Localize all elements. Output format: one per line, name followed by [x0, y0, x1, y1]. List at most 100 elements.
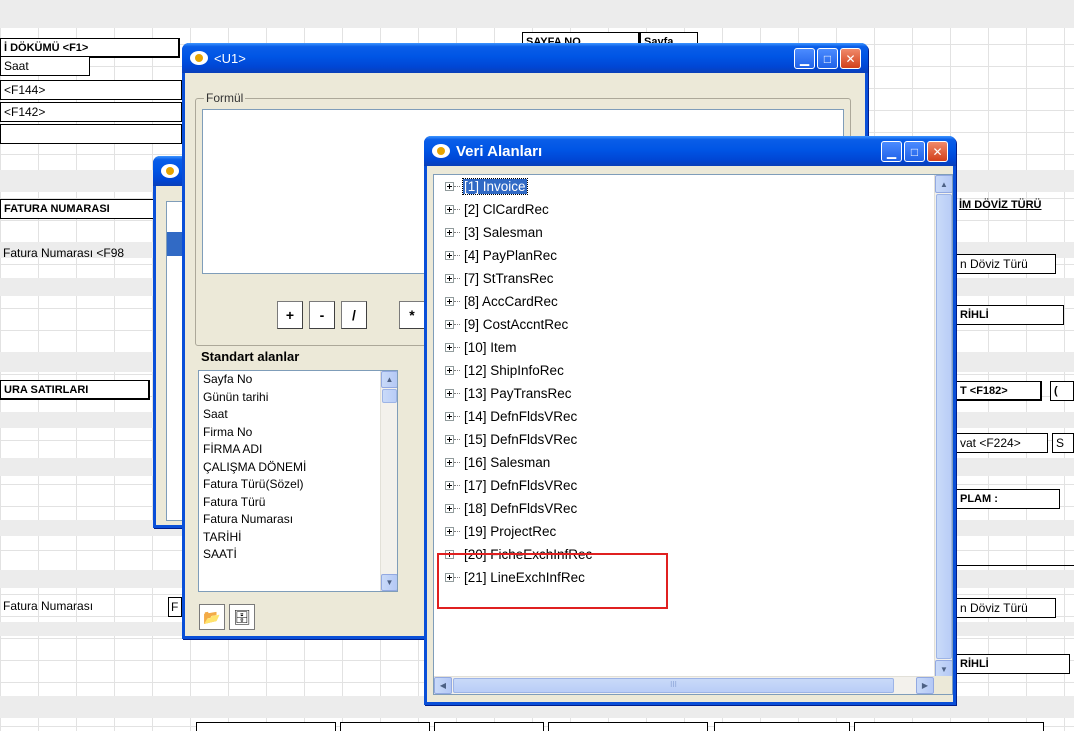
- tree-item[interactable]: [8] AccCardRec: [434, 290, 559, 313]
- field-doviz-turu-2[interactable]: n Döviz Türü: [956, 598, 1056, 618]
- scroll-left-button[interactable]: ◀: [434, 677, 452, 694]
- expand-plus-icon[interactable]: [445, 435, 454, 444]
- tree-item[interactable]: [19] ProjectRec: [434, 520, 557, 543]
- expand-plus-icon[interactable]: [445, 412, 454, 421]
- field-bottom-5[interactable]: [714, 722, 850, 731]
- operator-minus-button[interactable]: -: [309, 301, 335, 329]
- standard-fields-scrollbar[interactable]: ▲ ▼: [380, 371, 397, 591]
- tree-item[interactable]: [10] Item: [434, 336, 518, 359]
- tree-item-label[interactable]: [17] DefnFldsVRec: [463, 478, 578, 493]
- expand-plus-icon[interactable]: [445, 251, 454, 260]
- field-tarihli-2[interactable]: RİHLİ: [956, 654, 1070, 674]
- list-item[interactable]: Firma No: [199, 424, 397, 442]
- expand-plus-icon[interactable]: [445, 458, 454, 467]
- scroll-thumb[interactable]: [382, 389, 397, 403]
- field-doviz-turu-1[interactable]: n Döviz Türü: [956, 254, 1056, 274]
- maximize-button[interactable]: □: [817, 48, 838, 69]
- field-bottom-6[interactable]: [854, 722, 1044, 731]
- tree-item-label[interactable]: [18] DefnFldsVRec: [463, 501, 578, 516]
- close-button[interactable]: ✕: [927, 141, 948, 162]
- open-folder-button[interactable]: 📂: [199, 604, 225, 630]
- tree-item-label[interactable]: [15] DefnFldsVRec: [463, 432, 578, 447]
- tree-item-label[interactable]: [2] ClCardRec: [463, 202, 550, 217]
- field-bottom-4[interactable]: [548, 722, 708, 731]
- tree-item-label[interactable]: [1] Invoice: [462, 178, 528, 195]
- field-toplam[interactable]: PLAM :: [956, 489, 1060, 509]
- data-fields-titlebar[interactable]: Veri Alanları ▁ □ ✕: [424, 136, 956, 166]
- data-fields-window[interactable]: Veri Alanları ▁ □ ✕ [1] Invoice [2] ClCa…: [424, 136, 956, 705]
- field-f224-suffix[interactable]: S: [1052, 433, 1074, 453]
- list-item[interactable]: SAATİ: [199, 546, 397, 564]
- maximize-button[interactable]: □: [904, 141, 925, 162]
- field-f144[interactable]: <F144>: [0, 80, 182, 100]
- tree-item-label[interactable]: [4] PayPlanRec: [463, 248, 558, 263]
- tree-item-label[interactable]: [7] StTransRec: [463, 271, 555, 286]
- minimize-button[interactable]: ▁: [794, 48, 815, 69]
- list-item[interactable]: FİRMA ADI: [199, 441, 397, 459]
- expand-plus-icon[interactable]: [445, 366, 454, 375]
- scroll-down-button[interactable]: ▼: [381, 574, 397, 591]
- formula-editor-titlebar[interactable]: <U1> ▁ □ ✕: [182, 43, 868, 73]
- tree-item[interactable]: [18] DefnFldsVRec: [434, 497, 578, 520]
- list-item[interactable]: ÇALIŞMA DÖNEMİ: [199, 459, 397, 477]
- field-fatura-numarasi-2[interactable]: Fatura Numarası: [0, 597, 150, 617]
- list-item[interactable]: Sayfa No: [199, 371, 397, 389]
- expand-plus-icon[interactable]: [445, 182, 454, 191]
- operator-divide-button[interactable]: /: [341, 301, 367, 329]
- field-fatura-satirlari[interactable]: URA SATIRLARI: [0, 380, 150, 400]
- tree-item[interactable]: [16] Salesman: [434, 451, 551, 474]
- tree-item[interactable]: [7] StTransRec: [434, 267, 555, 290]
- tree-item[interactable]: [15] DefnFldsVRec: [434, 428, 578, 451]
- list-item[interactable]: Günün tarihi: [199, 389, 397, 407]
- field-saat[interactable]: Saat: [0, 56, 90, 76]
- list-item[interactable]: Saat: [199, 406, 397, 424]
- scroll-thumb[interactable]: III: [453, 678, 894, 693]
- operator-multiply-button[interactable]: *: [399, 301, 425, 329]
- field-bottom-3[interactable]: [434, 722, 544, 731]
- tree-item-label[interactable]: [12] ShipInfoRec: [463, 363, 565, 378]
- field-doviz-turu-header[interactable]: İM DÖVİZ TÜRÜ: [956, 196, 1074, 216]
- tree-item-label[interactable]: [19] ProjectRec: [463, 524, 557, 539]
- tree-item-label[interactable]: [10] Item: [463, 340, 518, 355]
- expand-plus-icon[interactable]: [445, 527, 454, 536]
- list-item[interactable]: Fatura Numarası: [199, 511, 397, 529]
- field-f224[interactable]: vat <F224>: [956, 433, 1048, 453]
- list-item[interactable]: Fatura Türü(Sözel): [199, 476, 397, 494]
- tree-item[interactable]: [12] ShipInfoRec: [434, 359, 565, 382]
- tree-item[interactable]: [2] ClCardRec: [434, 198, 550, 221]
- field-empty[interactable]: [0, 124, 182, 144]
- tree-item-label[interactable]: [13] PayTransRec: [463, 386, 573, 401]
- field-bottom-1[interactable]: [196, 722, 336, 731]
- expand-plus-icon[interactable]: [445, 228, 454, 237]
- field-f182[interactable]: T <F182>: [956, 381, 1042, 401]
- data-fields-tree[interactable]: [1] Invoice [2] ClCardRec [3] Salesman […: [433, 174, 953, 695]
- tree-item-label[interactable]: [16] Salesman: [463, 455, 551, 470]
- resize-grip[interactable]: [934, 676, 952, 694]
- operator-plus-button[interactable]: +: [277, 301, 303, 329]
- scroll-right-button[interactable]: ▶: [916, 677, 934, 694]
- scroll-up-button[interactable]: ▲: [381, 371, 397, 388]
- list-item[interactable]: Fatura Türü: [199, 494, 397, 512]
- expand-plus-icon[interactable]: [445, 205, 454, 214]
- expand-plus-icon[interactable]: [445, 343, 454, 352]
- expand-plus-icon[interactable]: [445, 504, 454, 513]
- tree-item-label[interactable]: [9] CostAccntRec: [463, 317, 569, 332]
- field-f182-suffix[interactable]: (: [1050, 381, 1074, 401]
- close-button[interactable]: ✕: [840, 48, 861, 69]
- field-tarihli-1[interactable]: RİHLİ: [956, 305, 1064, 325]
- scroll-up-button[interactable]: ▲: [935, 175, 952, 193]
- field-fatura-numarasi-f98[interactable]: Fatura Numarası <F98: [0, 244, 168, 264]
- database-button[interactable]: 🗄: [229, 604, 255, 630]
- field-f142[interactable]: <F142>: [0, 102, 182, 122]
- list-item[interactable]: TARİHİ: [199, 529, 397, 547]
- expand-plus-icon[interactable]: [445, 297, 454, 306]
- expand-plus-icon[interactable]: [445, 274, 454, 283]
- expand-plus-icon[interactable]: [445, 389, 454, 398]
- expand-plus-icon[interactable]: [445, 481, 454, 490]
- standard-fields-list[interactable]: Sayfa No Günün tarihi Saat Firma No FİRM…: [198, 370, 398, 592]
- tree-item[interactable]: [13] PayTransRec: [434, 382, 573, 405]
- tree-item-label[interactable]: [14] DefnFldsVRec: [463, 409, 578, 424]
- tree-item[interactable]: [9] CostAccntRec: [434, 313, 569, 336]
- tree-vertical-scrollbar[interactable]: ▲ ▼: [934, 175, 952, 678]
- tree-item[interactable]: [4] PayPlanRec: [434, 244, 558, 267]
